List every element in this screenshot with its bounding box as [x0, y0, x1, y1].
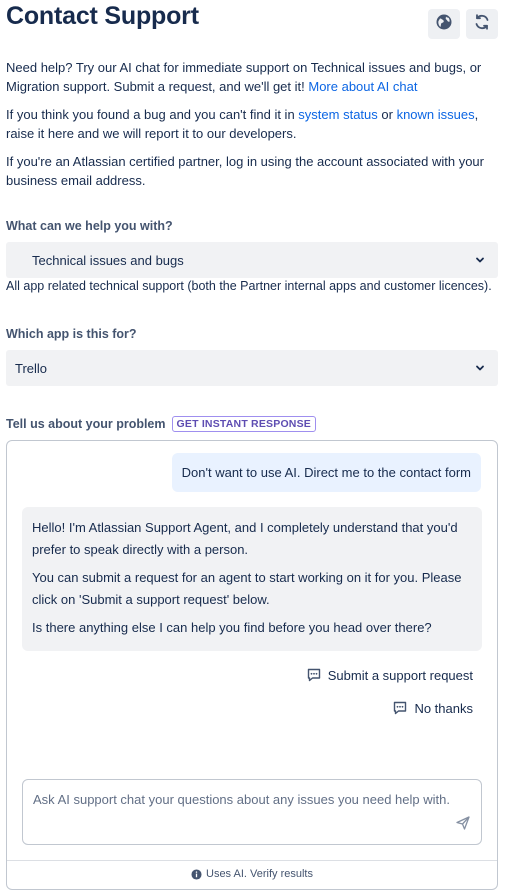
globe-icon: [435, 13, 453, 36]
help-type-value: Technical issues and bugs: [32, 252, 184, 268]
submit-support-request-label: Submit a support request: [327, 667, 473, 683]
no-thanks-label: No thanks: [414, 700, 473, 716]
intro-ai-chat: Need help? Try our AI chat for immediate…: [6, 58, 502, 96]
send-icon[interactable]: [455, 815, 471, 836]
app-select[interactable]: Trello: [6, 350, 498, 386]
system-status-link[interactable]: system status: [298, 107, 377, 122]
ai-chat-panel: Don't want to use AI. Direct me to the c…: [6, 440, 498, 890]
agent-message-line: Hello! I'm Atlassian Support Agent, and …: [32, 520, 458, 557]
chat-divider: [7, 860, 497, 861]
ai-disclaimer-text: Uses AI. Verify results: [206, 868, 313, 880]
intro-partner: If you're an Atlassian certified partner…: [6, 154, 484, 188]
ask-ai-input[interactable]: Ask AI support chat your questions about…: [22, 779, 482, 845]
app-value: Trello: [15, 360, 48, 376]
known-issues-link[interactable]: known issues: [397, 107, 475, 122]
agent-message-line: You can submit a request for an agent to…: [32, 570, 462, 607]
ai-disclaimer: Uses AI. Verify results: [7, 868, 497, 880]
page-title: Contact Support: [6, 2, 199, 30]
chevron-down-icon: [474, 362, 486, 377]
intro-text-2b: or: [377, 107, 397, 122]
help-type-description: All app related technical support (both …: [6, 279, 492, 293]
problem-label: Tell us about your problem GET INSTANT RE…: [6, 416, 317, 433]
help-type-select[interactable]: Technical issues and bugs: [6, 242, 498, 278]
chevron-down-icon: [474, 254, 486, 269]
intro-text-2a: If you think you found a bug and you can…: [6, 107, 299, 122]
ask-ai-placeholder: Ask AI support chat your questions about…: [33, 792, 450, 807]
agent-message-line: Is there anything else I can help you fi…: [32, 620, 432, 635]
user-message: Don't want to use AI. Direct me to the c…: [171, 453, 481, 492]
no-thanks-button[interactable]: No thanks: [392, 700, 473, 716]
problem-label-text: Tell us about your problem: [6, 417, 166, 431]
refresh-icon: [473, 13, 491, 36]
intro-bug-report: If you think you found a bug and you can…: [6, 105, 502, 143]
app-label: Which app is this for?: [6, 327, 137, 341]
comment-icon: [307, 668, 320, 682]
instant-response-badge: GET INSTANT RESPONSE: [171, 416, 317, 432]
submit-support-request-button[interactable]: Submit a support request: [306, 667, 473, 683]
more-about-ai-link[interactable]: More about AI chat: [308, 79, 417, 94]
info-icon: [191, 868, 202, 880]
comment-icon: [394, 701, 407, 715]
help-type-label: What can we help you with?: [6, 219, 173, 233]
language-button[interactable]: [428, 9, 460, 39]
agent-message: Hello! I'm Atlassian Support Agent, and …: [22, 507, 482, 651]
refresh-button[interactable]: [466, 9, 498, 39]
